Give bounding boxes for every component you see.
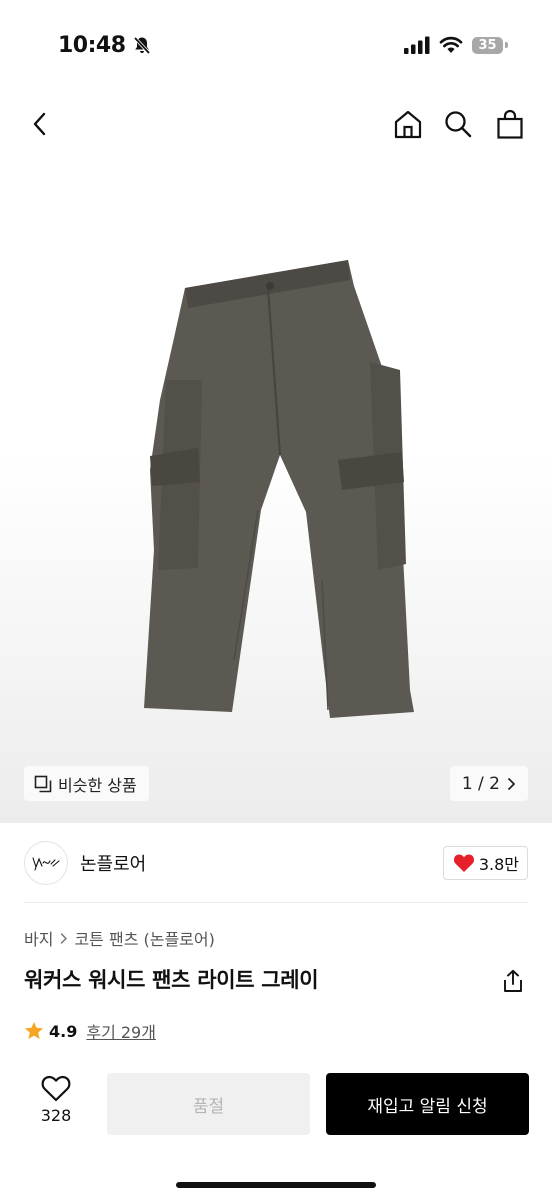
product-title: 워커스 워시드 팬츠 라이트 그레이: [24, 968, 319, 992]
back-button[interactable]: [22, 106, 58, 142]
home-icon: [394, 110, 422, 139]
brand-like-count: 3.8만: [478, 855, 519, 874]
page-indicator-text: 1 / 2: [461, 773, 500, 794]
copy-icon: [34, 775, 52, 792]
home-indicator: [176, 1182, 376, 1188]
chevron-right-icon: [508, 777, 515, 790]
top-nav-bar: [0, 98, 552, 150]
share-button[interactable]: [498, 966, 528, 996]
star-icon: [25, 1022, 43, 1039]
wifi-icon: [439, 36, 463, 53]
search-icon: [445, 111, 472, 138]
bell-slash-icon: [133, 36, 150, 55]
bottom-action-bar: 328 품절 재입고 알림 신청: [0, 1064, 552, 1154]
battery-level: 35: [472, 36, 503, 54]
brand-row: 논플로어 3.8만: [0, 838, 552, 888]
brand-logo: [24, 841, 68, 885]
breadcrumb: 바지 코튼 팬츠 (논플로어): [24, 926, 215, 950]
restock-alert-button[interactable]: 재입고 알림 신청: [326, 1073, 529, 1135]
similar-products-label: 비슷한 상품: [58, 775, 137, 795]
cart-button[interactable]: [492, 106, 528, 142]
breadcrumb-subcategory[interactable]: 코튼 팬츠 (논플로어): [74, 926, 214, 950]
search-button[interactable]: [440, 106, 476, 142]
wishlist-button[interactable]: 328: [30, 1074, 82, 1136]
review-count-link[interactable]: 후기 29개: [86, 1019, 156, 1043]
similar-products-button[interactable]: 비슷한 상품: [24, 766, 149, 801]
rating-score: 4.9: [49, 1021, 78, 1041]
status-bar: 10:48 35: [0, 0, 552, 90]
breadcrumb-category[interactable]: 바지: [24, 926, 53, 950]
brand-name: 논플로어: [80, 854, 147, 875]
share-icon: [504, 969, 522, 992]
signal-icon: [404, 36, 430, 54]
product-image: [144, 260, 414, 718]
home-button[interactable]: [390, 106, 426, 142]
wishlist-count: 328: [40, 1106, 72, 1125]
shopping-bag-icon: [497, 109, 523, 139]
brand-logo-mark: [32, 857, 60, 871]
section-divider: [24, 902, 528, 903]
chevron-right-icon: [61, 932, 68, 944]
status-time: 10:48: [58, 33, 152, 58]
battery-indicator: 35: [472, 36, 508, 54]
status-indicators: 35: [404, 36, 508, 54]
heart-outline-icon: [41, 1075, 71, 1102]
brand-link[interactable]: 논플로어: [24, 841, 146, 885]
rating-row: 4.9 후기 29개: [24, 1019, 156, 1043]
sold-out-button: 품절: [107, 1073, 310, 1135]
brand-like-button[interactable]: 3.8만: [442, 846, 528, 880]
clock-text: 10:48: [58, 32, 126, 58]
heart-filled-icon: [453, 854, 474, 872]
battery-tip: [505, 42, 508, 48]
image-page-indicator[interactable]: 1 / 2: [449, 766, 528, 801]
chevron-left-icon: [33, 112, 46, 136]
